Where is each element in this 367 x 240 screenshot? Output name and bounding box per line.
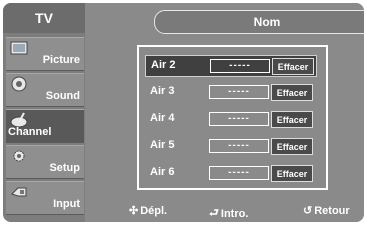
back-label: Retour bbox=[314, 204, 350, 217]
name-value-field[interactable]: ----- bbox=[209, 139, 269, 153]
name-value-field[interactable]: ----- bbox=[209, 85, 269, 99]
erase-button[interactable]: Effacer bbox=[271, 165, 313, 182]
move-icon: ✣ bbox=[129, 205, 139, 217]
sidebar-item-label: Picture bbox=[42, 54, 80, 66]
erase-button[interactable]: Effacer bbox=[271, 138, 313, 155]
move-hint: ✣ Dépl. bbox=[129, 204, 168, 218]
enter-label: Intro. bbox=[220, 207, 249, 220]
sidebar-item-label: Channel bbox=[8, 126, 52, 138]
sidebar-item-input[interactable]: Input bbox=[6, 181, 84, 215]
enter-hint: ⮐ Intro. bbox=[209, 204, 248, 222]
list-item[interactable]: Air 2 ----- Effacer bbox=[145, 55, 317, 77]
sidebar-item-label: Setup bbox=[49, 162, 80, 174]
sidebar-item-label: Sound bbox=[45, 90, 80, 102]
erase-button[interactable]: Effacer bbox=[271, 111, 313, 128]
main-content: Nom Air 2 ----- Effacer Air 3 ----- Effa… bbox=[85, 3, 364, 222]
sidebar-item-setup[interactable]: Setup bbox=[6, 145, 84, 179]
channel-name: Air 4 bbox=[150, 112, 175, 124]
back-icon: ↺ bbox=[303, 205, 313, 217]
sidebar-item-channel[interactable]: Channel bbox=[6, 109, 84, 143]
tv-menu-window: TV Picture Sound Channel Setup Input Nom… bbox=[3, 3, 364, 222]
name-value-field[interactable]: ----- bbox=[209, 166, 269, 180]
sidebar-item-sound[interactable]: Sound bbox=[6, 73, 84, 107]
enter-icon: ⮐ bbox=[209, 207, 219, 219]
name-value-field[interactable]: ----- bbox=[210, 59, 270, 73]
sidebar: TV Picture Sound Channel Setup Input bbox=[3, 3, 85, 222]
channel-name: Air 6 bbox=[150, 166, 175, 178]
page-title: Nom bbox=[154, 10, 364, 34]
sidebar-item-label: Input bbox=[53, 198, 80, 210]
sound-icon bbox=[10, 76, 28, 92]
channel-name: Air 5 bbox=[150, 139, 175, 151]
list-item[interactable]: Air 5 ----- Effacer bbox=[145, 136, 315, 156]
list-item[interactable]: Air 3 ----- Effacer bbox=[145, 82, 315, 102]
erase-button[interactable]: Effacer bbox=[272, 58, 314, 75]
name-value-field[interactable]: ----- bbox=[209, 112, 269, 126]
picture-icon bbox=[10, 40, 28, 56]
channel-name: Air 3 bbox=[150, 85, 175, 97]
footer-hints: ✣ Dépl. ⮐ Intro. ↺ Retour bbox=[85, 198, 364, 222]
back-hint: ↺ Retour bbox=[303, 204, 350, 218]
input-icon bbox=[10, 184, 28, 200]
list-item[interactable]: Air 6 ----- Effacer bbox=[145, 163, 315, 183]
erase-button[interactable]: Effacer bbox=[271, 84, 313, 101]
tv-header: TV bbox=[3, 3, 85, 33]
list-item[interactable]: Air 4 ----- Effacer bbox=[145, 109, 315, 129]
setup-icon bbox=[10, 148, 28, 164]
sidebar-item-picture[interactable]: Picture bbox=[6, 37, 84, 71]
move-label: Dépl. bbox=[140, 204, 168, 217]
name-list-panel: Air 2 ----- Effacer Air 3 ----- Effacer … bbox=[137, 45, 328, 190]
channel-name: Air 2 bbox=[151, 59, 176, 71]
